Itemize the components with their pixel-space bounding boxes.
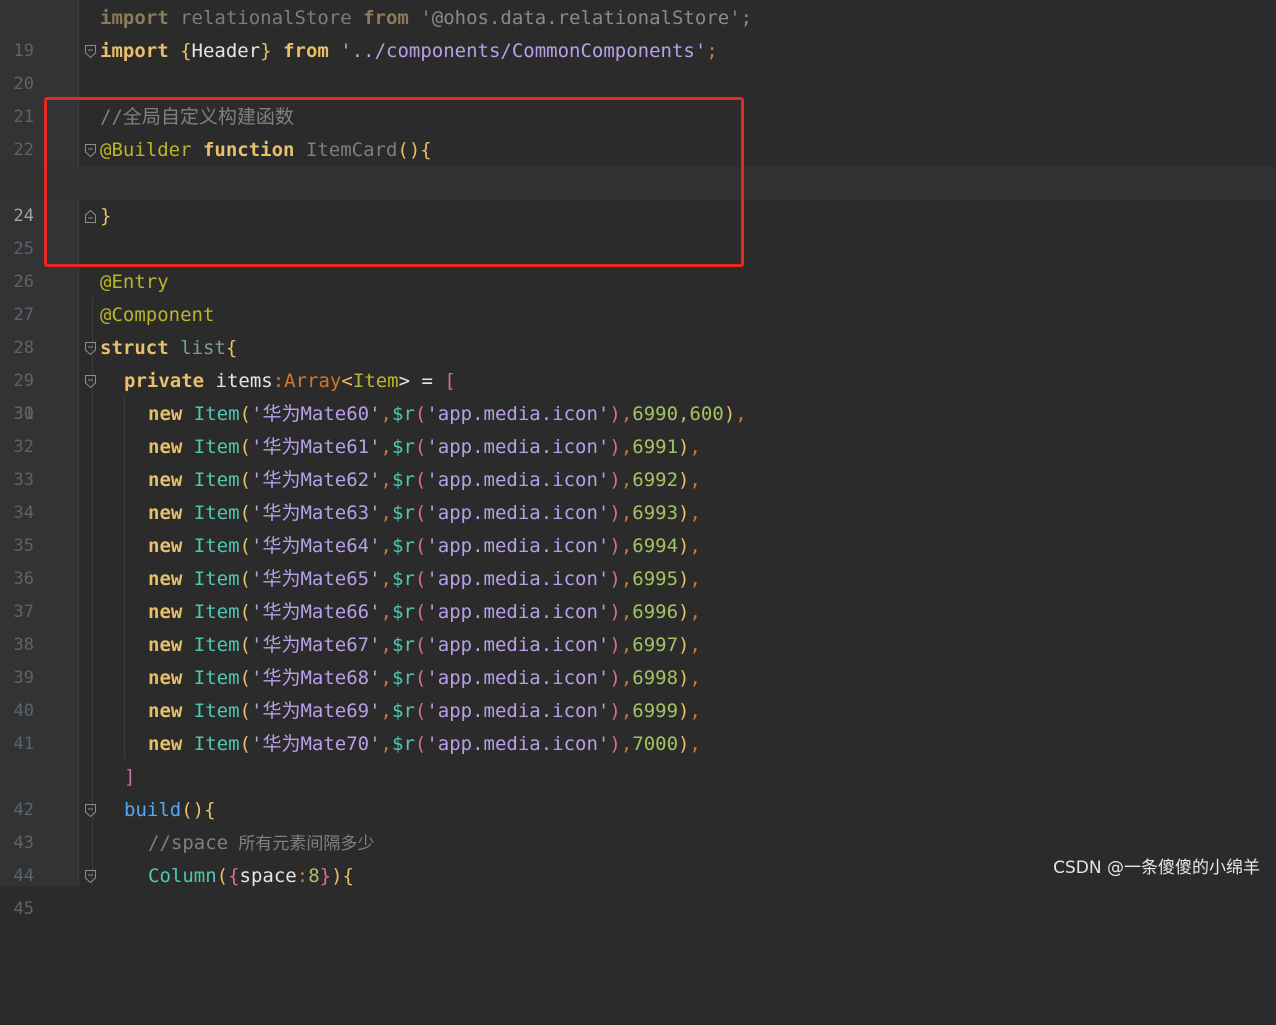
line-number: 34 bbox=[13, 503, 34, 523]
line-number: 35 bbox=[13, 536, 34, 556]
fold-icon[interactable] bbox=[85, 804, 96, 817]
code-line[interactable]: 20 import {Header} from '../components/C… bbox=[0, 35, 1276, 94]
code-line-item[interactable]: 41 new Item('华为Mate70',$r('app.media.icon… bbox=[0, 728, 1276, 761]
code-line[interactable]: 42 ] bbox=[0, 761, 1276, 820]
code-text: new Item('华为Mate63',$r('app.media.icon')… bbox=[148, 502, 701, 524]
code-text: new Item('华为Mate68',$r('app.media.icon')… bbox=[148, 667, 701, 689]
line-number: 33 bbox=[13, 470, 34, 490]
code-line-item[interactable]: 40 new Item('华为Mate69',$r('app.media.icon… bbox=[0, 695, 1276, 728]
code-text: new Item('华为Mate69',$r('app.media.icon')… bbox=[148, 700, 701, 722]
code-line-item[interactable]: 37 new Item('华为Mate66',$r('app.media.icon… bbox=[0, 596, 1276, 629]
line-number: 38 bbox=[13, 635, 34, 655]
code-text: new Item('华为Mate70',$r('app.media.icon')… bbox=[148, 733, 701, 755]
code-line[interactable]: 28 @Component bbox=[0, 299, 1276, 358]
code-text: Column({space:8}){ bbox=[148, 865, 354, 887]
highlight-annotation-box bbox=[44, 97, 744, 267]
line-number: 41 bbox=[13, 734, 34, 754]
code-text: build(){ bbox=[124, 799, 216, 821]
code-text: struct list{ bbox=[100, 337, 238, 359]
code-text: import {Header} from '../components/Comm… bbox=[100, 40, 718, 62]
line-number: 45 bbox=[13, 899, 34, 919]
watermark: CSDN @一条傻傻的小绵羊 bbox=[1053, 858, 1260, 878]
line-number: 31 bbox=[13, 404, 34, 424]
code-editor[interactable]: 19 import relationalStore from '@ohos.da… bbox=[0, 0, 1276, 919]
code-annotation: @Component bbox=[100, 304, 215, 326]
code-text: import relationalStore from '@ohos.data.… bbox=[100, 7, 753, 29]
code-comment: //space 所有元素间隔多少 bbox=[148, 832, 375, 854]
fold-icon[interactable] bbox=[85, 870, 96, 883]
code-text: new Item('华为Mate67',$r('app.media.icon')… bbox=[148, 634, 701, 656]
line-number: 36 bbox=[13, 569, 34, 589]
code-text: new Item('华为Mate66',$r('app.media.icon')… bbox=[148, 601, 701, 623]
code-line-item[interactable]: 38 new Item('华为Mate67',$r('app.media.icon… bbox=[0, 629, 1276, 662]
code-line-item[interactable]: 36 new Item('华为Mate65',$r('app.media.icon… bbox=[0, 563, 1276, 596]
code-line-item[interactable]: 35 new Item('华为Mate64',$r('app.media.icon… bbox=[0, 530, 1276, 563]
code-text: ] bbox=[124, 766, 136, 788]
code-line-item[interactable]: 33 new Item('华为Mate62',$r('app.media.icon… bbox=[0, 464, 1276, 497]
code-line-item[interactable]: 34 new Item('华为Mate63',$r('app.media.icon… bbox=[0, 497, 1276, 530]
code-text: new Item('华为Mate60',$r('app.media.icon')… bbox=[148, 403, 747, 425]
line-number: 32 bbox=[13, 437, 34, 457]
code-text: new Item('华为Mate61',$r('app.media.icon')… bbox=[148, 436, 701, 458]
code-line-item[interactable]: 39 new Item('华为Mate68',$r('app.media.icon… bbox=[0, 662, 1276, 695]
code-text: new Item('华为Mate62',$r('app.media.icon')… bbox=[148, 469, 701, 491]
fold-icon[interactable] bbox=[85, 342, 96, 355]
code-line[interactable]: 29 struct list{ bbox=[0, 332, 1276, 391]
code-line-item[interactable]: 31 new Item('华为Mate60',$r('app.media.icon… bbox=[0, 398, 1276, 431]
code-text: new Item('华为Mate64',$r('app.media.icon')… bbox=[148, 535, 701, 557]
fold-icon[interactable] bbox=[85, 45, 96, 58]
line-number: 39 bbox=[13, 668, 34, 688]
code-line[interactable]: 27 @Entry bbox=[0, 266, 1276, 325]
code-line[interactable]: 43 build(){ bbox=[0, 794, 1276, 853]
line-number: 37 bbox=[13, 602, 34, 622]
code-line[interactable]: 19 import relationalStore from '@ohos.da… bbox=[0, 2, 1276, 61]
fold-icon[interactable] bbox=[85, 375, 96, 388]
code-annotation: @Entry bbox=[100, 271, 169, 293]
line-number: 40 bbox=[13, 701, 34, 721]
code-text: new Item('华为Mate65',$r('app.media.icon')… bbox=[148, 568, 701, 590]
code-line-item[interactable]: 32 new Item('华为Mate61',$r('app.media.icon… bbox=[0, 431, 1276, 464]
code-text: private items:Array<Item> = [ bbox=[124, 370, 456, 392]
code-line[interactable]: 30 private items:Array<Item> = [ bbox=[0, 365, 1276, 424]
